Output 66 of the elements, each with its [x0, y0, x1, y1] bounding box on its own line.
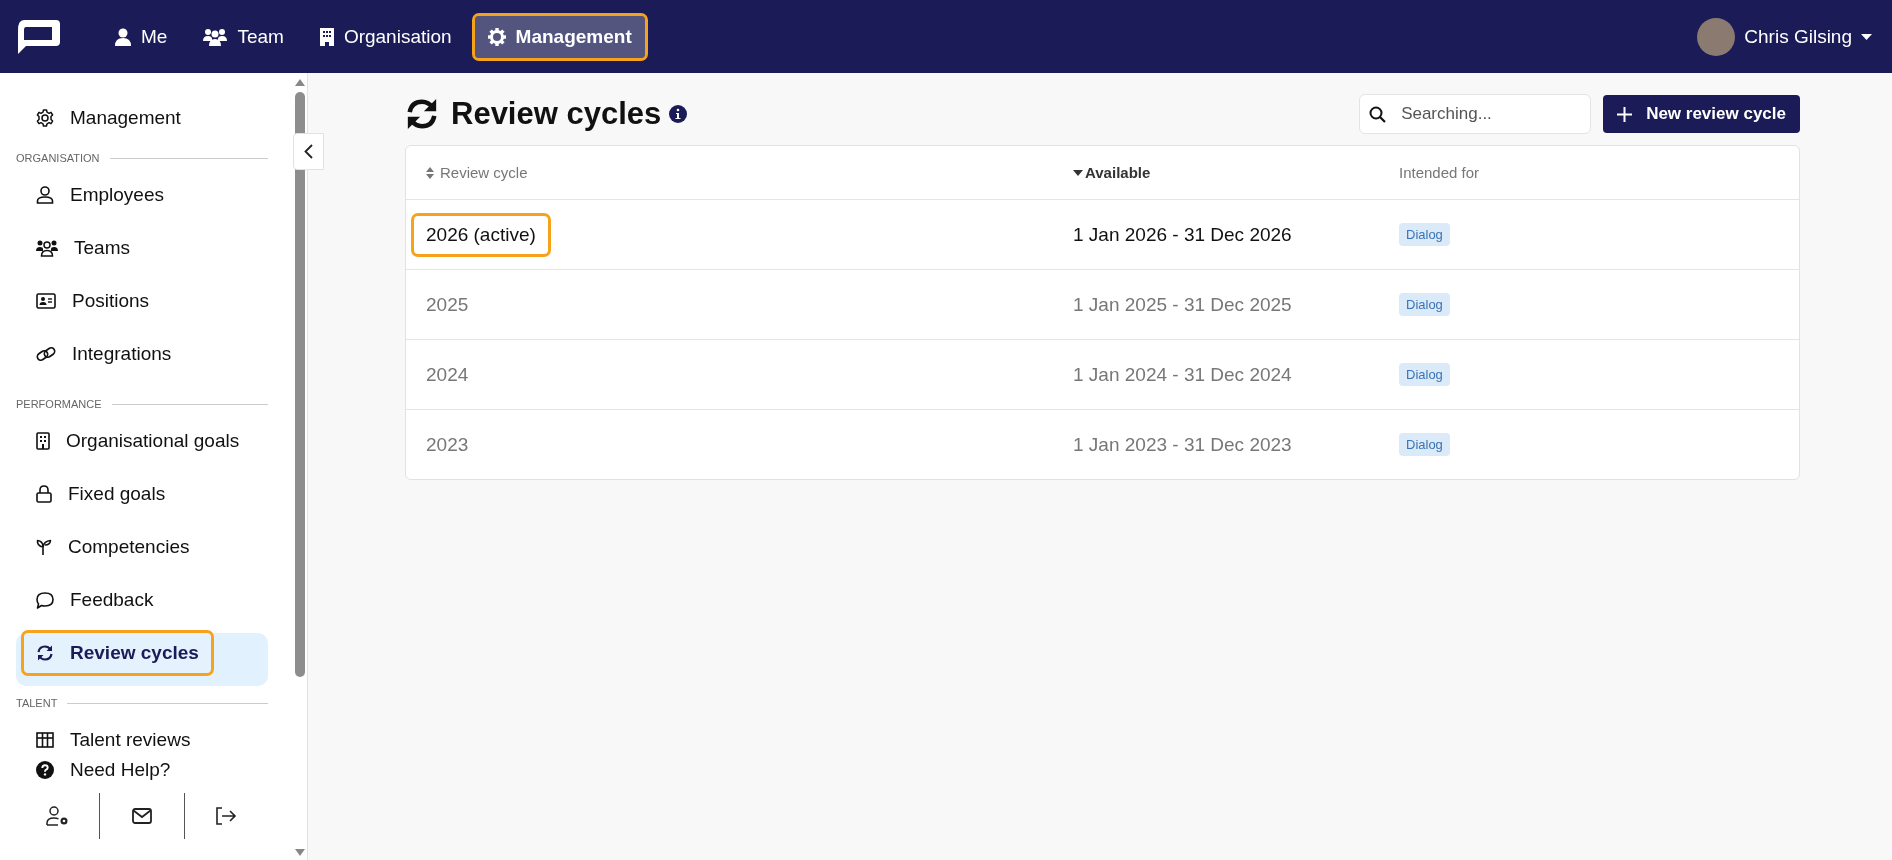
caret-icon: [1861, 33, 1872, 40]
link-icon: [36, 345, 56, 363]
sidebar-item[interactable]: Integrations: [24, 334, 184, 374]
section-heading: ORGANISATION: [16, 152, 100, 164]
table-cell: 1 Jan 2025 - 31 Dec 2025: [1073, 293, 1292, 316]
info-icon[interactable]: [669, 105, 688, 123]
sidebar-item[interactable]: Management: [16, 107, 193, 129]
lock-icon: [36, 485, 52, 503]
avatar-photo-placeholder: [1697, 17, 1736, 56]
sidebar-item[interactable]: Organisational goals: [24, 421, 252, 461]
help-link[interactable]: Need Help?: [0, 757, 171, 783]
person-icon: [36, 186, 54, 204]
section-heading: PERFORMANCE: [16, 398, 102, 410]
collapse-sidebar-button[interactable]: [293, 133, 324, 170]
grid-icon: [36, 732, 54, 748]
group-icon: [203, 27, 228, 46]
user-menu[interactable]: Chris Gilsing: [1697, 17, 1872, 56]
table-cell: 1 Jan 2024 - 31 Dec 2024: [1073, 363, 1292, 386]
nav-tab[interactable]: Me: [102, 15, 181, 58]
column-header[interactable]: Available: [1073, 164, 1399, 181]
sidebar-item[interactable]: Review cycles: [24, 633, 211, 673]
caret-down-icon: [1073, 169, 1083, 176]
id-card-icon: [36, 293, 56, 309]
settings-icon: [36, 109, 54, 127]
column-header[interactable]: Review cycle: [426, 164, 1073, 181]
building-icon: [319, 27, 334, 46]
column-header: Intended for: [1399, 164, 1481, 181]
sidebar-item[interactable]: Employees: [24, 175, 176, 215]
building-icon: [36, 432, 50, 450]
table-cell: 1 Jan 2023 - 31 Dec 2023: [1073, 433, 1292, 456]
sort-icon: [426, 166, 434, 179]
nav-tab[interactable]: Management: [474, 15, 645, 58]
sprout-icon: [36, 538, 52, 556]
up-arrow-icon: [295, 79, 305, 86]
search-icon: [1369, 106, 1387, 123]
envelope-icon: [132, 808, 152, 824]
plus-icon: [1617, 106, 1633, 122]
chat-bubble-icon: [36, 591, 54, 609]
tag: Dialog: [1399, 293, 1450, 316]
section-heading: TALENT: [16, 697, 58, 709]
person-gear-icon: [45, 806, 70, 826]
sidebar-item[interactable]: Teams: [24, 228, 142, 268]
person-icon: [115, 27, 131, 46]
nav-tab[interactable]: Organisation: [306, 15, 465, 58]
sidebar-item[interactable]: Talent reviews: [24, 720, 203, 757]
sidebar-item[interactable]: Positions: [24, 281, 162, 321]
tag: Dialog: [1399, 223, 1450, 246]
refresh-icon: [36, 644, 54, 662]
refresh-icon: [405, 97, 439, 131]
table-cell: 1 Jan 2026 - 31 Dec 2026: [1073, 223, 1292, 246]
group-icon: [36, 239, 58, 257]
nav-tab[interactable]: Team: [190, 15, 297, 58]
table-cell[interactable]: 2026 (active): [414, 215, 548, 254]
down-arrow-icon: [295, 849, 305, 856]
question-mark-icon: [36, 761, 54, 779]
tag: Dialog: [1399, 433, 1450, 456]
new-review-cycle-button[interactable]: New review cycle: [1603, 95, 1800, 133]
sidebar-item[interactable]: Feedback: [24, 580, 166, 620]
chevron-left-icon: [304, 144, 313, 159]
logout-icon: [215, 807, 238, 825]
search-field[interactable]: Searching...: [1359, 94, 1592, 134]
sidebar-item[interactable]: Fixed goals: [24, 474, 178, 514]
tag: Dialog: [1399, 363, 1450, 386]
settings-icon: [487, 27, 506, 46]
page-title: Review cycles: [451, 96, 662, 132]
sidebar-item[interactable]: Competencies: [24, 527, 202, 567]
